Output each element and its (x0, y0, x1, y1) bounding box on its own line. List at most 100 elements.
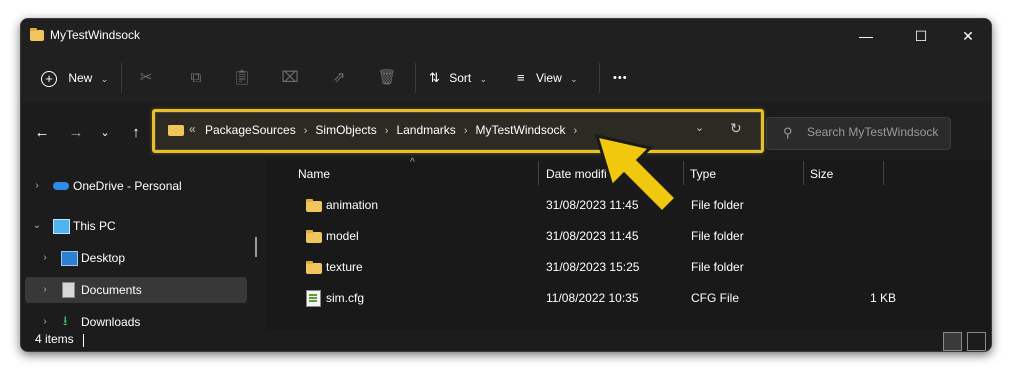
file-name: texture (326, 260, 363, 274)
command-bar: + New ⌄ ✂ ⧉ 📋︎ ⌧ ⇗ 🗑︎ ⇅ Sort ⌄ ≡ View ⌄ … (21, 53, 991, 103)
sort-button[interactable]: ⇅ Sort ⌄ (429, 67, 487, 89)
folder-icon (306, 230, 322, 243)
column-divider[interactable] (803, 161, 804, 185)
title-bar: MyTestWindsock — ☐ ✕ (21, 19, 991, 53)
file-date: 11/08/2022 10:35 (546, 291, 639, 305)
breadcrumb-landmarks[interactable]: Landmarks (396, 123, 455, 137)
chevron-right-icon[interactable]: › (32, 173, 42, 199)
share-icon[interactable]: ⇗ (328, 67, 350, 89)
status-bar: 4 items (21, 330, 991, 351)
file-type: File folder (691, 229, 744, 243)
sidebar-item-label: This PC (73, 219, 116, 233)
column-divider[interactable] (538, 161, 539, 185)
table-row[interactable]: model 31/08/2023 11:45 File folder (265, 221, 991, 252)
sidebar-item-desktop[interactable]: › Desktop (25, 245, 247, 271)
table-row[interactable]: sim.cfg 11/08/2022 10:35 CFG File 1 KB (265, 283, 991, 314)
status-divider (83, 334, 84, 347)
cfg-file-icon (306, 290, 321, 307)
file-date: 31/08/2023 11:45 (546, 198, 639, 212)
breadcrumb: PackageSources › SimObjects › Landmarks › MyTe… (205, 123, 585, 137)
paste-icon[interactable]: 📋︎ (231, 67, 253, 89)
column-header-type[interactable]: Type (690, 159, 716, 189)
address-history-chevron-icon[interactable]: ⌄ (695, 121, 704, 134)
search-box[interactable]: ⚲ (766, 117, 951, 150)
toolbar-divider (599, 63, 600, 93)
table-row[interactable]: animation 31/08/2023 11:45 File folder (265, 190, 991, 221)
breadcrumb-separator[interactable]: › (464, 125, 468, 137)
minimize-button[interactable]: — (843, 19, 889, 53)
file-list: ^ Name Date modified Type Size animation… (265, 157, 991, 330)
more-options-button[interactable]: ••• (613, 67, 628, 89)
sidebar-item-documents[interactable]: › Documents (25, 277, 247, 303)
rename-icon[interactable]: ⌧ (279, 67, 301, 89)
refresh-icon[interactable]: ↻ (730, 120, 742, 137)
maximize-button[interactable]: ☐ (898, 19, 944, 53)
search-input[interactable] (807, 125, 945, 139)
recent-chevron-icon[interactable]: ⌄ (95, 123, 115, 143)
tiles-view-icon[interactable] (967, 332, 986, 351)
sidebar-item-this-pc[interactable]: ⌄ This PC (25, 213, 247, 239)
delete-icon[interactable]: 🗑︎ (376, 67, 398, 89)
folder-icon (30, 28, 44, 41)
sidebar-item-label: Documents (81, 283, 142, 297)
column-divider[interactable] (683, 161, 684, 185)
item-count: 4 items (35, 332, 74, 346)
file-type: File folder (691, 198, 744, 212)
toolbar-divider (121, 63, 122, 93)
close-button[interactable]: ✕ (945, 19, 991, 53)
plus-icon: + (41, 70, 57, 87)
sidebar-item-onedrive[interactable]: › OneDrive - Personal (25, 173, 247, 199)
breadcrumb-simobjects[interactable]: SimObjects (315, 123, 376, 137)
column-header-size[interactable]: Size (810, 159, 833, 189)
overflow-chevron[interactable]: « (189, 122, 196, 136)
navigation-pane: › OneDrive - Personal ⌄ This PC › Deskto… (21, 159, 255, 330)
chevron-right-icon[interactable]: › (40, 277, 50, 303)
file-name: animation (326, 198, 379, 212)
sidebar-item-label: OneDrive - Personal (73, 179, 182, 193)
toolbar-divider (415, 63, 416, 93)
sort-ascending-icon: ^ (410, 157, 415, 168)
copy-icon[interactable]: ⧉ (185, 67, 207, 89)
window-title: MyTestWindsock (50, 28, 141, 42)
chevron-right-icon[interactable]: › (40, 245, 50, 271)
file-date: 31/08/2023 11:45 (546, 229, 639, 243)
file-date: 31/08/2023 15:25 (546, 260, 640, 274)
view-label: View (535, 71, 562, 85)
column-header-date[interactable]: Date modified (546, 159, 620, 189)
chevron-down-icon: ⌄ (100, 74, 109, 84)
pane-splitter[interactable] (255, 237, 257, 257)
chevron-down-icon[interactable]: ⌄ (32, 213, 42, 239)
sort-icon: ⇅ (429, 70, 440, 85)
address-row: ← → ⌄ ↑ « PackageSources › SimObjects › Land… (21, 103, 991, 159)
up-arrow-icon[interactable]: ↑ (126, 123, 146, 143)
file-name: model (326, 229, 359, 243)
folder-icon (306, 261, 322, 274)
view-icon: ≡ (517, 70, 525, 85)
folder-icon (306, 199, 322, 212)
documents-icon (62, 282, 75, 298)
cloud-icon (53, 182, 69, 190)
new-button[interactable]: + New ⌄ (41, 67, 108, 89)
column-header-name[interactable]: Name (298, 159, 330, 189)
file-explorer-window: MyTestWindsock — ☐ ✕ + New ⌄ ✂ ⧉ 📋︎ ⌧ ⇗ … (20, 18, 992, 352)
column-divider[interactable] (883, 161, 884, 185)
table-row[interactable]: texture 31/08/2023 15:25 File folder (265, 252, 991, 283)
view-button[interactable]: ≡ View ⌄ (517, 67, 578, 89)
breadcrumb-packagesources[interactable]: PackageSources (205, 123, 296, 137)
chevron-down-icon: ⌄ (570, 74, 578, 84)
breadcrumb-separator[interactable]: › (304, 125, 308, 137)
cut-icon[interactable]: ✂ (135, 67, 157, 89)
details-view-icon[interactable] (943, 332, 962, 351)
breadcrumb-separator[interactable]: › (574, 125, 578, 137)
breadcrumb-mytestwindsock[interactable]: MyTestWindsock (475, 123, 565, 137)
desktop-icon (61, 251, 78, 266)
file-type: File folder (691, 260, 744, 274)
new-label: New (68, 71, 93, 85)
breadcrumb-separator[interactable]: › (385, 125, 389, 137)
back-arrow-icon[interactable]: ← (32, 123, 52, 143)
address-bar[interactable]: « PackageSources › SimObjects › Landmarks › My… (152, 109, 764, 153)
computer-icon (53, 219, 70, 234)
folder-icon (168, 125, 184, 136)
sort-label: Sort (449, 71, 472, 85)
forward-arrow-icon[interactable]: → (66, 123, 86, 143)
